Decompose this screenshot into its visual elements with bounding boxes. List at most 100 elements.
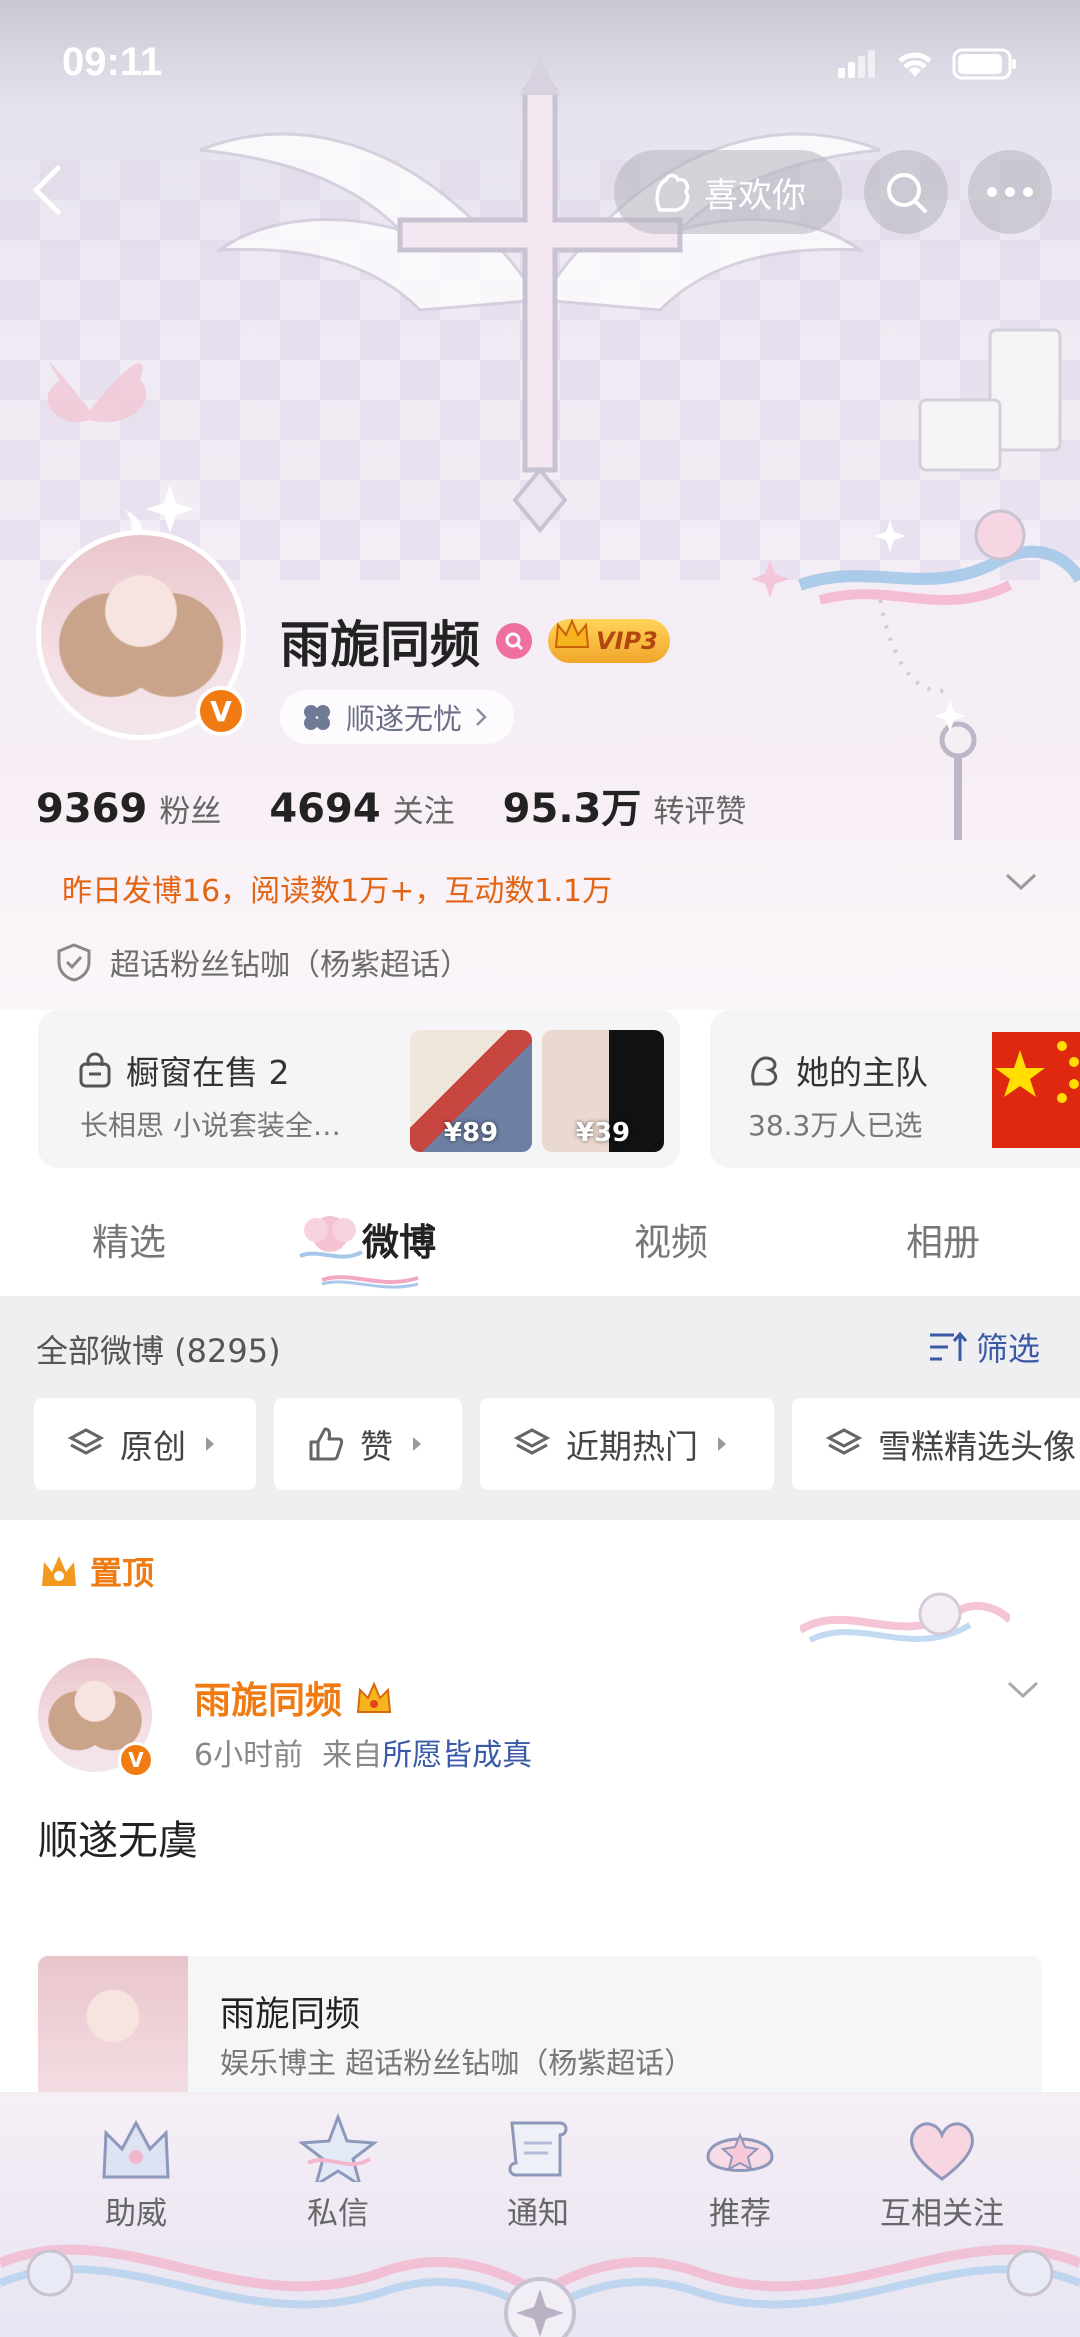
tab-underline-ribbon [321,1275,419,1289]
clover-icon [304,705,330,730]
followers-label: 粉丝 [159,794,222,830]
nav-messages-label: 私信 [307,2196,369,2232]
tab-album[interactable]: 相册 [906,1212,980,1266]
quoted-profile-card[interactable]: 雨旎同频 娱乐博主 超话粉丝钻咖（杨紫超话） [38,1956,1042,2106]
engagement-stat[interactable]: 95.3万 转评赞 [503,776,747,834]
triangle-right-icon [718,1437,726,1451]
chip-avatar-selection[interactable]: 雪糕精选头像 [792,1398,1080,1490]
shopping-bag-icon [79,1052,111,1088]
filter-button[interactable]: 筛选 [928,1324,1040,1370]
vip-badge[interactable]: VIP3 [548,618,670,663]
shop-card-title-row: 橱窗在售 2 [78,1046,290,1094]
battery-icon [952,48,1016,80]
followers-count: 9369 [36,786,148,832]
product-price-1: ¥89 [443,1118,499,1148]
product-thumb-1[interactable]: ¥89 [410,1030,532,1152]
pink-search-badge-icon[interactable] [496,623,532,659]
pinned-label: 置顶 [90,1554,155,1592]
profile-name: 雨旎同频 [280,616,480,674]
layers-icon [514,1428,550,1455]
chip-original-label: 原创 [120,1427,186,1466]
pinned-tag: 置顶 [38,1548,154,1594]
chip-recent-hot-label: 近期热门 [566,1427,698,1466]
followers-stat[interactable]: 9369 粉丝 [36,786,221,832]
product-thumb-2[interactable]: ¥39 [542,1030,664,1152]
engagement-count: 95.3万 [502,786,642,832]
following-count: 4694 [269,786,381,832]
bottom-action-bar: 助威 私信 通知 推荐 互相关注 [0,2092,1080,2337]
product-price-2: ¥39 [575,1118,631,1148]
heart-icon [910,2122,974,2181]
profile-name-row: 雨旎同频 VIP3 [280,605,670,677]
nav-mutual-follow-label: 互相关注 [880,2196,1004,2232]
like-you-button[interactable]: 喜欢你 [614,150,842,234]
post-from-prefix: 来自 [322,1738,383,1773]
nav-cheer-label: 助威 [105,2196,167,2232]
post-author-row[interactable]: 雨旎同频 [194,1670,394,1724]
tab-weibo[interactable]: 微博 [362,1212,436,1266]
wish-label: 顺遂无忧 [346,702,463,736]
engagement-label: 转评赞 [653,794,747,830]
crown-icon [356,1681,392,1713]
nav-mutual-follow[interactable]: 互相关注 [862,2113,1022,2233]
nav-recommend[interactable]: 推荐 [660,2113,820,2233]
supertopic-label: 超话粉丝钻咖（杨紫超话） [110,948,470,983]
following-stat[interactable]: 4694 关注 [269,786,454,832]
post-meta: 6小时前 来自所愿皆成真 [194,1730,532,1774]
team-emblem-icon [751,1056,778,1086]
tab-video[interactable]: 视频 [634,1212,708,1266]
chip-liked[interactable]: 赞 [274,1398,462,1490]
nav-recommend-label: 推荐 [709,2196,771,2232]
search-button[interactable] [864,150,948,234]
post-ribbon-decoration [800,1592,1010,1643]
chevron-down-icon [1005,873,1037,891]
triangle-right-icon [206,1437,214,1451]
chip-recent-hot[interactable]: 近期热门 [480,1398,774,1490]
layers-icon [826,1428,862,1455]
team-card-title-row: 她的主队 [746,1046,928,1094]
profile-header: 09:11 喜欢你 V 雨旎同频 VIP3 顺遂无忧 9369 粉丝 4694 … [0,0,1080,1010]
chevron-left-icon [33,165,61,215]
filter-icon [929,1331,968,1361]
quoted-profile-avatar [38,1956,188,2106]
expand-summary-button[interactable] [1004,872,1038,896]
flower-tab-icon [299,1216,363,1259]
chip-original[interactable]: 原创 [34,1398,256,1490]
shop-card-title: 橱窗在售 2 [126,1053,290,1092]
chip-liked-label: 赞 [360,1427,393,1466]
supertopic-tag[interactable]: 超话粉丝钻咖（杨紫超话） [56,940,470,984]
team-card-subtitle: 38.3万人已选 [748,1109,923,1142]
more-dots-icon [987,187,1033,197]
crown-icon [102,2119,170,2179]
shield-check-icon [57,943,91,982]
home-team-card[interactable]: 她的主队 38.3万人已选 [710,1010,1080,1168]
post-text: 顺遂无虞 [38,1818,198,1864]
feature-cards: 橱窗在售 2 长相思 小说套装全… ¥89 ¥39 她的主队 38.3万人已选 [0,1010,1080,1170]
cushion-icon [706,2132,774,2172]
status-time: 09:11 [62,40,163,84]
verified-badge-icon: V [196,686,246,736]
nav-messages[interactable]: 私信 [258,2113,418,2233]
filter-area: 全部微博 (8295) 筛选 原创 赞 近期热门 雪糕精选头像 [0,1296,1080,1520]
filter-label: 筛选 [975,1330,1040,1368]
post-time: 6小时前 [194,1738,304,1773]
wish-pill[interactable]: 顺遂无忧 [280,690,515,744]
post-source-link[interactable]: 所愿皆成真 [382,1738,532,1773]
wifi-icon [898,52,932,77]
post-menu-button[interactable] [1006,1680,1040,1704]
nav-notifications[interactable]: 通知 [458,2113,618,2233]
following-label: 关注 [392,794,455,830]
quoted-profile-desc: 娱乐博主 超话粉丝钻咖（杨紫超话） [220,2046,694,2080]
shop-card-subtitle: 长相思 小说套装全… [80,1109,341,1142]
crown-icon [554,618,590,648]
nav-cheer[interactable]: 助威 [56,2113,216,2233]
nav-notifications-label: 通知 [507,2196,569,2232]
layers-icon [68,1428,104,1455]
back-button[interactable] [28,160,68,220]
tab-featured[interactable]: 精选 [92,1212,166,1266]
more-button[interactable] [968,150,1052,234]
post-author-name: 雨旎同频 [194,1679,342,1722]
search-icon [887,173,927,213]
shop-window-card[interactable]: 橱窗在售 2 长相思 小说套装全… ¥89 ¥39 [38,1010,680,1168]
profile-avatar-wrap[interactable]: V [36,530,246,740]
